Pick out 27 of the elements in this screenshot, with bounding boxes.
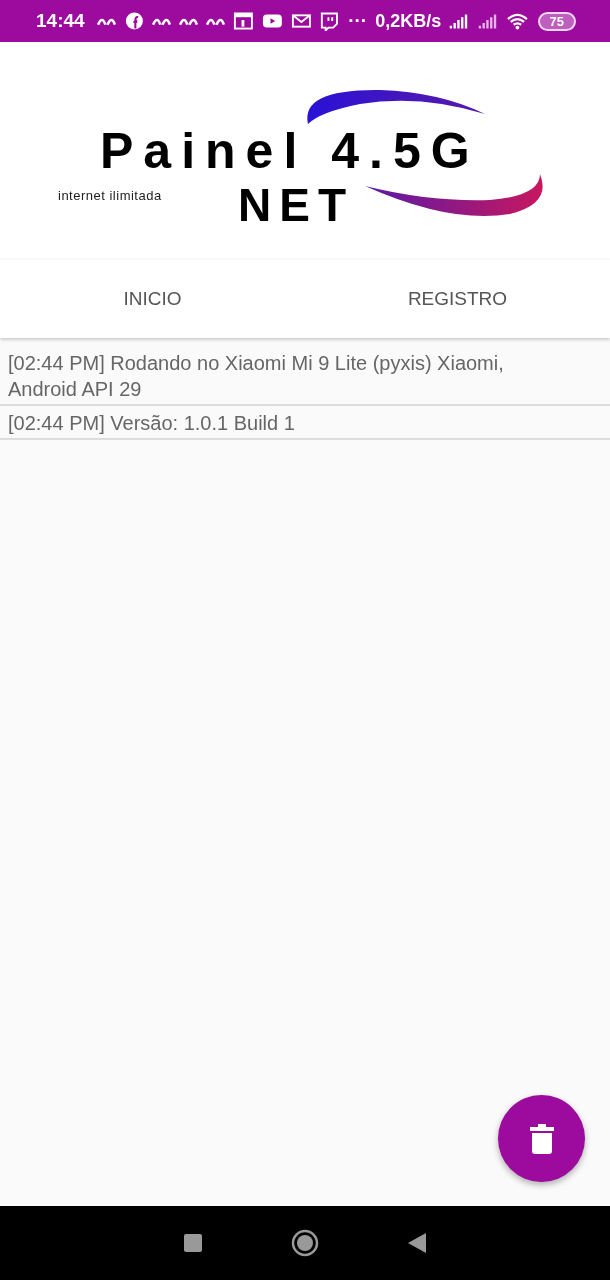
notification-icon	[152, 16, 172, 26]
back-icon[interactable]	[407, 1233, 426, 1253]
logo-subtitle: NET	[238, 182, 354, 228]
network-speed: 0,2KB/s	[375, 10, 442, 32]
delete-button[interactable]	[498, 1095, 585, 1182]
notification-icon	[96, 16, 116, 26]
tab[interactable]: INICIO	[0, 260, 305, 338]
notification-icon	[179, 16, 199, 26]
log-entry: [02:44 PM] Versão: 1.0.1 Build 1	[0, 406, 610, 440]
logo-title: Painel 4.5G	[100, 126, 480, 176]
chat-icon	[319, 11, 341, 31]
facebook-icon	[123, 11, 145, 31]
notification-icon	[206, 16, 226, 26]
trash-icon	[529, 1123, 554, 1154]
recents-icon[interactable]	[184, 1234, 203, 1252]
mail-icon	[290, 11, 312, 31]
wifi-icon	[506, 11, 530, 31]
more-notifications: ···	[348, 10, 368, 32]
calendar-icon	[233, 11, 254, 31]
home-icon[interactable]	[291, 1229, 319, 1257]
battery-indicator: 75	[537, 11, 576, 31]
logo-tagline: internet ilimitada	[58, 188, 162, 203]
status-time: 14:44	[36, 10, 85, 32]
log-entry: [02:44 PM] Rodando no Xiaomi Mi 9 Lite (pyxis) Xiaomi, Android API 29	[0, 342, 610, 406]
youtube-icon	[261, 11, 283, 31]
signal-icon	[478, 11, 499, 31]
tab[interactable]: REGISTRO	[305, 260, 610, 338]
